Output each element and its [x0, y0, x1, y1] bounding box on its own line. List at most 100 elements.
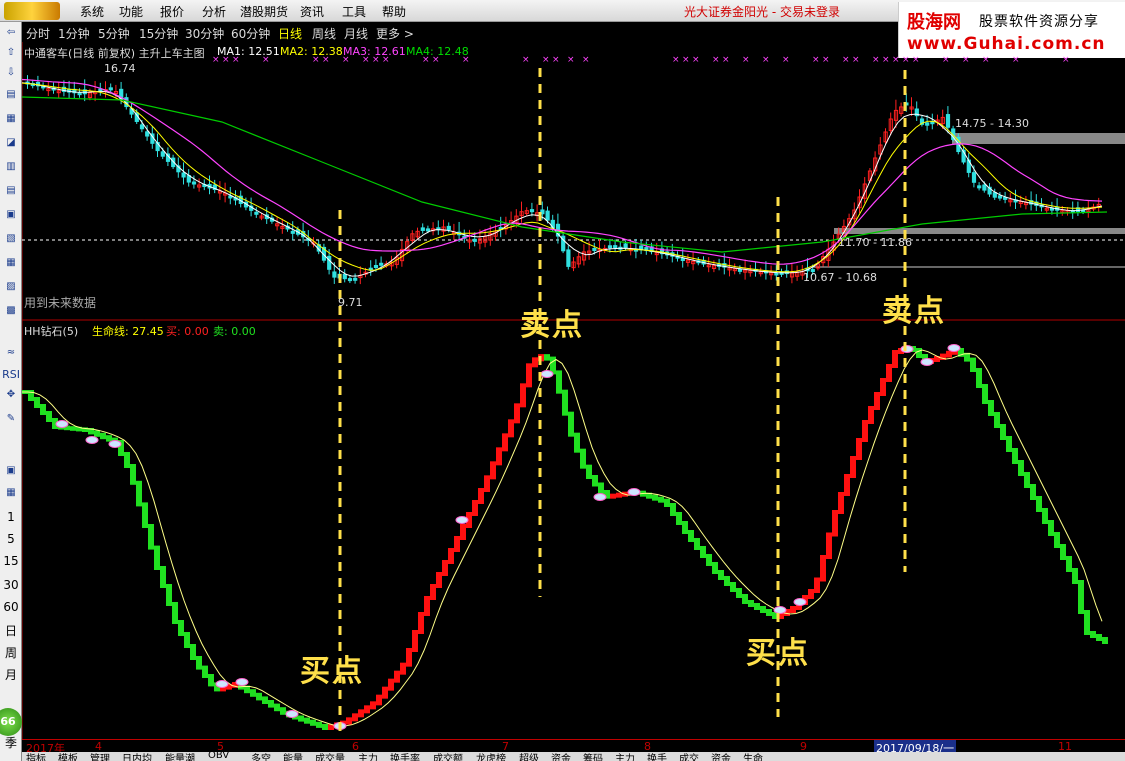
- indicator-tab[interactable]: 资金: [711, 752, 731, 761]
- indicator-tab[interactable]: 筹码: [583, 752, 603, 761]
- indicator-tab[interactable]: 成交量: [315, 752, 345, 761]
- resistance-band: [952, 133, 1125, 144]
- indicator-tab[interactable]: 管理: [90, 752, 110, 761]
- indicator-bar: [40, 404, 46, 415]
- indicator-tab[interactable]: 主力: [358, 752, 378, 761]
- indicator-bar: [394, 670, 400, 683]
- indicator-bar: [532, 357, 538, 368]
- move-icon[interactable]: ✥: [2, 386, 20, 404]
- menu-analysis[interactable]: 分析: [202, 3, 226, 20]
- menu-tools[interactable]: 工具: [342, 3, 366, 20]
- note-icon[interactable]: ▧: [2, 230, 20, 248]
- signal-x-mark: ×: [842, 55, 850, 65]
- chart-area[interactable]: × × × × × × × × × × × × × × × × × × × × × × × × × × × × × × × × × × × × × × × ×: [22, 42, 1125, 739]
- menu-system[interactable]: 系统: [80, 3, 104, 20]
- indicator-tab[interactable]: 资金: [551, 752, 571, 761]
- indicator-tab[interactable]: 能量: [283, 752, 303, 761]
- candle-body: [680, 258, 685, 262]
- menu-news[interactable]: 资讯: [300, 3, 324, 20]
- indicator-bar: [856, 438, 862, 460]
- menu-function[interactable]: 功能: [119, 3, 143, 20]
- wave-icon[interactable]: ≈: [2, 344, 20, 362]
- tab-daily[interactable]: 日线: [278, 25, 302, 42]
- signal-x-mark: ×: [692, 55, 700, 65]
- signal-vertical-lines: [338, 68, 907, 732]
- signal-x-mark: ×: [342, 55, 350, 65]
- tab-more[interactable]: 更多 >: [376, 25, 414, 42]
- tab-1min[interactable]: 1分钟: [58, 25, 90, 42]
- fund-icon[interactable]: ▣: [2, 206, 20, 224]
- diamond-marker: [235, 678, 249, 686]
- period-day-button[interactable]: 日: [2, 622, 20, 640]
- period-season-button[interactable]: 季: [2, 734, 20, 752]
- indicator-tab[interactable]: 龙虎榜: [476, 752, 506, 761]
- indicator-bar: [412, 630, 418, 652]
- up-arrow-icon[interactable]: ⇧: [2, 44, 20, 62]
- indicator-bar: [832, 510, 838, 537]
- broker-status[interactable]: 光大证券金阳光 - 交易未登录: [684, 3, 840, 20]
- signal-x-mark: ×: [942, 55, 950, 65]
- pen-icon[interactable]: ✎: [2, 410, 20, 428]
- candle-body: [353, 277, 358, 281]
- price-note-zone3: 14.75 - 14.30: [955, 117, 1029, 130]
- f5-icon[interactable]: ▣: [2, 462, 20, 480]
- sell-label-1: 卖点: [520, 308, 584, 343]
- indicator-tab[interactable]: 模板: [58, 752, 78, 761]
- signal-x-mark: ×: [432, 55, 440, 65]
- indicator-tab[interactable]: 生命: [743, 752, 763, 761]
- period-1-button[interactable]: 1: [2, 508, 20, 526]
- tab-monthly[interactable]: 月线: [344, 25, 368, 42]
- period-15-button[interactable]: 15: [2, 552, 20, 570]
- tab-intraday[interactable]: 分时: [26, 25, 50, 42]
- diamond-marker: [55, 420, 69, 428]
- indicator-tab[interactable]: 成交额: [433, 752, 463, 761]
- signal-x-mark: ×: [982, 55, 990, 65]
- indicator-tab[interactable]: OBV: [208, 752, 229, 761]
- table-icon[interactable]: ▦: [2, 254, 20, 272]
- candle-icon[interactable]: ▥: [2, 158, 20, 176]
- line-chart-icon[interactable]: ◪: [2, 134, 20, 152]
- rsi-button[interactable]: RSI: [2, 366, 20, 384]
- grid-icon[interactable]: ▦: [2, 110, 20, 128]
- period-60-button[interactable]: 60: [2, 598, 20, 616]
- menu-futures[interactable]: 潜股期货: [240, 3, 288, 20]
- menu-help[interactable]: 帮助: [382, 3, 406, 20]
- indicator-tab[interactable]: 能量潮: [165, 752, 195, 761]
- back-arrow-icon[interactable]: ⇦: [2, 24, 20, 42]
- tab-30min[interactable]: 30分钟: [185, 25, 224, 42]
- file-icon[interactable]: ▩: [2, 302, 20, 320]
- tab-5min[interactable]: 5分钟: [98, 25, 130, 42]
- indicator-bar: [580, 448, 586, 469]
- period-30-button[interactable]: 30: [2, 576, 20, 594]
- switch-icon[interactable]: ▦: [2, 484, 20, 502]
- indicator-tab[interactable]: 指标: [26, 752, 46, 761]
- badge-66[interactable]: 66: [0, 708, 22, 736]
- indicator-tab[interactable]: 超级: [519, 752, 539, 761]
- signal-x-mark: ×: [552, 55, 560, 65]
- list-icon[interactable]: ▤: [2, 182, 20, 200]
- menu-quote[interactable]: 报价: [160, 3, 184, 20]
- period-month-button[interactable]: 月: [2, 666, 20, 684]
- indicator-tab[interactable]: 日内均: [122, 752, 152, 761]
- period-5-button[interactable]: 5: [2, 530, 20, 548]
- price-note-high: 16.74: [104, 62, 136, 75]
- period-week-button[interactable]: 周: [2, 644, 20, 662]
- indicator-tab[interactable]: 换手: [647, 752, 667, 761]
- indicator-bar: [1042, 508, 1048, 524]
- tab-60min[interactable]: 60分钟: [231, 25, 270, 42]
- report-icon[interactable]: ▤: [2, 86, 20, 104]
- indicator-tab[interactable]: 主力: [615, 752, 635, 761]
- indicator-tab[interactable]: 成交: [679, 752, 699, 761]
- down-arrow-icon[interactable]: ⇩: [2, 64, 20, 82]
- candle-body: [160, 151, 165, 157]
- indicator-tab[interactable]: 换手率: [390, 752, 420, 761]
- f10-icon[interactable]: ▨: [2, 278, 20, 296]
- app-logo[interactable]: [4, 2, 60, 20]
- tab-15min[interactable]: 15分钟: [139, 25, 178, 42]
- indicator-bar: [868, 406, 874, 424]
- indicator-bar: [136, 480, 142, 507]
- indicator-bar: [700, 546, 706, 558]
- tab-weekly[interactable]: 周线: [312, 25, 336, 42]
- price-note-low: 9.71: [338, 296, 363, 309]
- indicator-tab[interactable]: 多空: [251, 752, 271, 761]
